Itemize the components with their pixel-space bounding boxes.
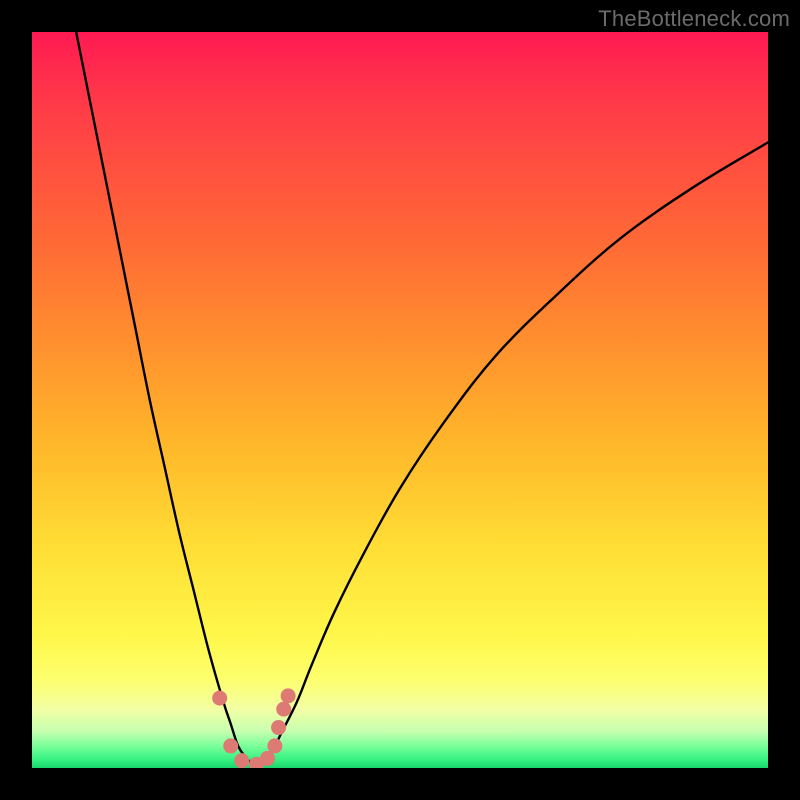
watermark-text: TheBottleneck.com xyxy=(598,6,790,32)
bottleneck-curve xyxy=(32,32,768,768)
data-marker xyxy=(212,691,227,706)
data-marker xyxy=(223,738,238,753)
data-marker xyxy=(260,751,275,766)
data-marker xyxy=(281,688,296,703)
data-marker xyxy=(276,702,291,717)
chart-frame: TheBottleneck.com xyxy=(0,0,800,800)
curve-right-branch xyxy=(260,142,768,764)
plot-area xyxy=(32,32,768,768)
curve-left-branch xyxy=(76,32,253,764)
data-marker xyxy=(267,738,282,753)
data-marker xyxy=(234,753,249,768)
data-marker xyxy=(271,720,286,735)
